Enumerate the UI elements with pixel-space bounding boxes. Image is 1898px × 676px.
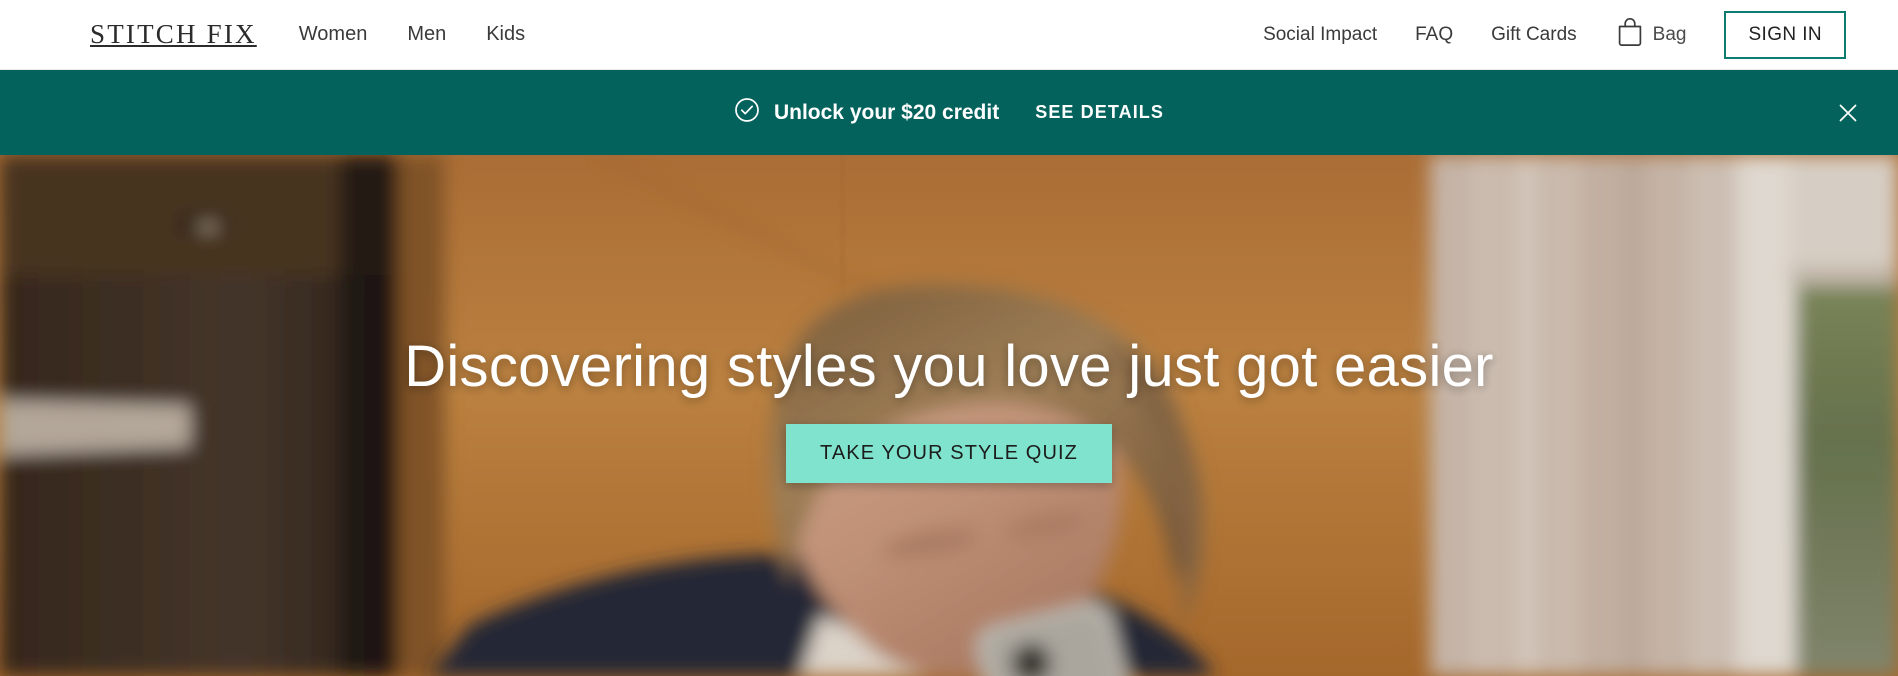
see-details-link[interactable]: SEE DETAILS: [1035, 102, 1164, 123]
promo-banner: Unlock your $20 credit SEE DETAILS: [0, 70, 1898, 155]
hero-content: Discovering styles you love just got eas…: [0, 155, 1898, 676]
promo-close-button[interactable]: [1830, 95, 1866, 131]
check-circle-icon: [734, 97, 760, 128]
nav-item-social-impact[interactable]: Social Impact: [1263, 24, 1377, 46]
nav-item-gift-cards[interactable]: Gift Cards: [1491, 24, 1577, 46]
hero-section: Discovering styles you love just got eas…: [0, 155, 1898, 676]
nav-item-men[interactable]: Men: [407, 23, 446, 46]
bag-label: Bag: [1652, 23, 1687, 45]
nav-item-women[interactable]: Women: [299, 23, 368, 46]
brand-logo[interactable]: STITCH FIX: [90, 19, 257, 50]
nav-item-kids[interactable]: Kids: [486, 23, 525, 46]
site-header: STITCH FIX Women Men Kids Social Impact …: [0, 0, 1898, 70]
hero-headline: Discovering styles you love just got eas…: [404, 334, 1494, 399]
shopping-bag-icon: [1615, 16, 1645, 54]
bag-link[interactable]: Bag: [1615, 16, 1687, 54]
take-style-quiz-button[interactable]: TAKE YOUR STYLE QUIZ: [786, 424, 1112, 483]
primary-navigation: Women Men Kids: [299, 23, 525, 46]
close-icon: [1839, 104, 1857, 121]
nav-item-faq[interactable]: FAQ: [1415, 24, 1453, 46]
promo-banner-content: Unlock your $20 credit SEE DETAILS: [734, 97, 1164, 128]
promo-message: Unlock your $20 credit: [773, 100, 1000, 124]
sign-in-button[interactable]: SIGN IN: [1724, 10, 1846, 59]
utility-navigation: Social Impact FAQ Gift Cards Bag SIGN IN: [1263, 10, 1846, 59]
